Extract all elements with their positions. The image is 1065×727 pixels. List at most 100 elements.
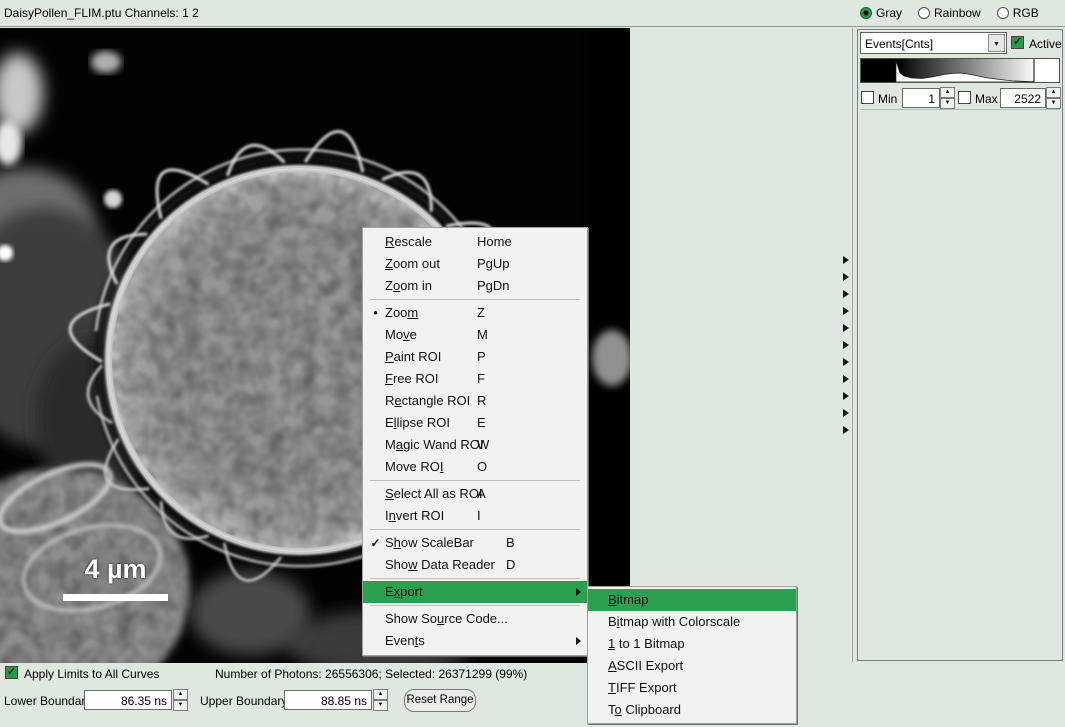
marker-arrow-icon[interactable] <box>843 324 849 332</box>
menu-shortcut: PgUp <box>477 253 510 275</box>
menu-shortcut: E <box>477 412 486 434</box>
marker-arrow-icon[interactable] <box>843 409 849 417</box>
menu-item-zoom-in[interactable]: Zoom inPgDn <box>363 275 587 297</box>
submenu-item-tiff-export[interactable]: TIFF Export <box>588 677 796 699</box>
menu-shortcut: W <box>477 434 489 456</box>
lower-boundary-spinner: ▲ ▼ <box>173 689 188 711</box>
menu-item-show-data-reader[interactable]: Show Data ReaderD <box>363 554 587 576</box>
histogram[interactable] <box>860 58 1060 83</box>
submenu-arrow-icon <box>576 637 581 645</box>
max-checkbox[interactable] <box>958 91 971 104</box>
menu-item-export[interactable]: Export <box>363 581 587 603</box>
marker-arrow-icon[interactable] <box>843 426 849 434</box>
menu-item-invert-roi[interactable]: Invert ROII <box>363 505 587 527</box>
photon-count-status: Number of Photons: 26556306; Selected: 2… <box>215 667 527 681</box>
menu-item-magic-wand-roi[interactable]: Magic Wand ROIW <box>363 434 587 456</box>
dropdown-arrow-icon[interactable]: ▼ <box>988 34 1005 52</box>
apply-limits-checkbox[interactable]: ✓ <box>5 666 18 679</box>
scale-bar-label: 4 µm <box>63 554 168 585</box>
active-label: Active <box>1029 37 1062 51</box>
menu-item-move-roi[interactable]: Move ROIO <box>363 456 587 478</box>
menu-item-show-scalebar[interactable]: ✓Show ScaleBarB <box>363 532 587 554</box>
marker-arrow-icon[interactable] <box>843 358 849 366</box>
upper-boundary-label: Upper Boundary: <box>200 694 291 708</box>
menu-item-move[interactable]: MoveM <box>363 324 587 346</box>
document-title: DaisyPollen_FLIM.ptu Channels: 1 2 <box>4 6 199 20</box>
menu-item-free-roi[interactable]: Free ROIF <box>363 368 587 390</box>
menu-item-events[interactable]: Events <box>363 630 587 652</box>
max-spinner: ▲ ▼ <box>1046 87 1061 109</box>
curve-marker-strip <box>843 256 849 443</box>
lower-boundary-input[interactable]: 86.35 ns <box>84 690 172 710</box>
menu-item-show-source-code[interactable]: Show Source Code... <box>363 608 587 630</box>
application-window: DaisyPollen_FLIM.ptu Channels: 1 2 Gray … <box>0 0 1065 727</box>
submenu-arrow-icon <box>576 588 581 596</box>
spin-down-button[interactable]: ▼ <box>1046 98 1061 109</box>
menu-shortcut: P <box>477 346 486 368</box>
checkmark-icon: ✓ <box>367 532 384 554</box>
radio-selected-icon <box>860 7 872 19</box>
marker-arrow-icon[interactable] <box>843 341 849 349</box>
radio-rgb[interactable]: RGB <box>997 6 1039 20</box>
menu-item-rescale[interactable]: RescaleHome <box>363 231 587 253</box>
menu-shortcut: D <box>506 554 515 576</box>
menu-shortcut: A <box>477 483 486 505</box>
menu-item-zoom-out[interactable]: Zoom outPgUp <box>363 253 587 275</box>
menu-separator <box>370 299 580 300</box>
menu-item-zoom[interactable]: ●ZoomZ <box>363 302 587 324</box>
menu-shortcut: B <box>506 532 515 554</box>
min-checkbox[interactable] <box>861 91 874 104</box>
menu-shortcut: PgDn <box>477 275 510 297</box>
submenu-item-ascii-export[interactable]: ASCII Export <box>588 655 796 677</box>
menu-separator <box>370 605 580 606</box>
radio-rainbow[interactable]: Rainbow <box>918 6 981 20</box>
source-dropdown-value: Events[Cnts] <box>865 37 933 51</box>
upper-boundary-input[interactable]: 88.85 ns <box>284 690 372 710</box>
panel-divider <box>852 28 853 662</box>
radio-icon <box>918 7 930 19</box>
menu-separator <box>370 480 580 481</box>
menu-item-rectangle-roi[interactable]: Rectangle ROIR <box>363 390 587 412</box>
marker-arrow-icon[interactable] <box>843 273 849 281</box>
radio-gray[interactable]: Gray <box>860 6 902 20</box>
boundary-controls-bar: ✓ Apply Limits to All Curves Number of P… <box>0 663 1065 727</box>
menu-item-paint-roi[interactable]: Paint ROIP <box>363 346 587 368</box>
upper-boundary-spinner: ▲ ▼ <box>373 689 388 711</box>
marker-arrow-icon[interactable] <box>843 290 849 298</box>
marker-arrow-icon[interactable] <box>843 375 849 383</box>
menu-shortcut: Home <box>477 231 512 253</box>
menu-shortcut: I <box>477 505 481 527</box>
spin-up-button[interactable]: ▲ <box>940 87 955 98</box>
submenu-item-bitmap-with-colorscale[interactable]: Bitmap with Colorscale <box>588 611 796 633</box>
spin-up-button[interactable]: ▲ <box>173 689 188 700</box>
scale-bar <box>63 594 168 601</box>
menu-shortcut: R <box>477 390 486 412</box>
radio-gray-label: Gray <box>876 6 902 20</box>
menu-shortcut: O <box>477 456 487 478</box>
context-menu: RescaleHome Zoom outPgUp Zoom inPgDn ●Zo… <box>362 227 588 656</box>
spin-down-button[interactable]: ▼ <box>373 700 388 711</box>
submenu-item-to-clipboard[interactable]: To Clipboard <box>588 699 796 721</box>
active-checkbox[interactable]: ✓ <box>1011 36 1024 49</box>
submenu-item-bitmap[interactable]: Bitmap <box>588 589 796 611</box>
reset-range-button[interactable]: Reset Range <box>404 689 476 712</box>
spin-up-button[interactable]: ▲ <box>1046 87 1061 98</box>
marker-arrow-icon[interactable] <box>843 392 849 400</box>
source-dropdown[interactable]: Events[Cnts] ▼ <box>860 32 1007 54</box>
menu-shortcut: F <box>477 368 485 390</box>
menu-item-ellipse-roi[interactable]: Ellipse ROIE <box>363 412 587 434</box>
submenu-item-1-to-1-bitmap[interactable]: 1 to 1 Bitmap <box>588 633 796 655</box>
marker-arrow-icon[interactable] <box>843 307 849 315</box>
max-label: Max <box>975 92 998 106</box>
spin-down-button[interactable]: ▼ <box>940 98 955 109</box>
menu-item-select-all-as-roi[interactable]: Select All as ROIA <box>363 483 587 505</box>
radio-rgb-label: RGB <box>1013 6 1039 20</box>
marker-arrow-icon[interactable] <box>843 256 849 264</box>
min-input[interactable]: 1 <box>902 88 940 108</box>
max-input[interactable]: 2522 <box>1000 88 1046 108</box>
spin-up-button[interactable]: ▲ <box>373 689 388 700</box>
spin-down-button[interactable]: ▼ <box>173 700 188 711</box>
menu-shortcut: M <box>477 324 488 346</box>
min-max-row: Min 1 ▲ ▼ Max 2522 ▲ ▼ <box>858 87 1062 109</box>
histogram-plot <box>861 59 1059 82</box>
